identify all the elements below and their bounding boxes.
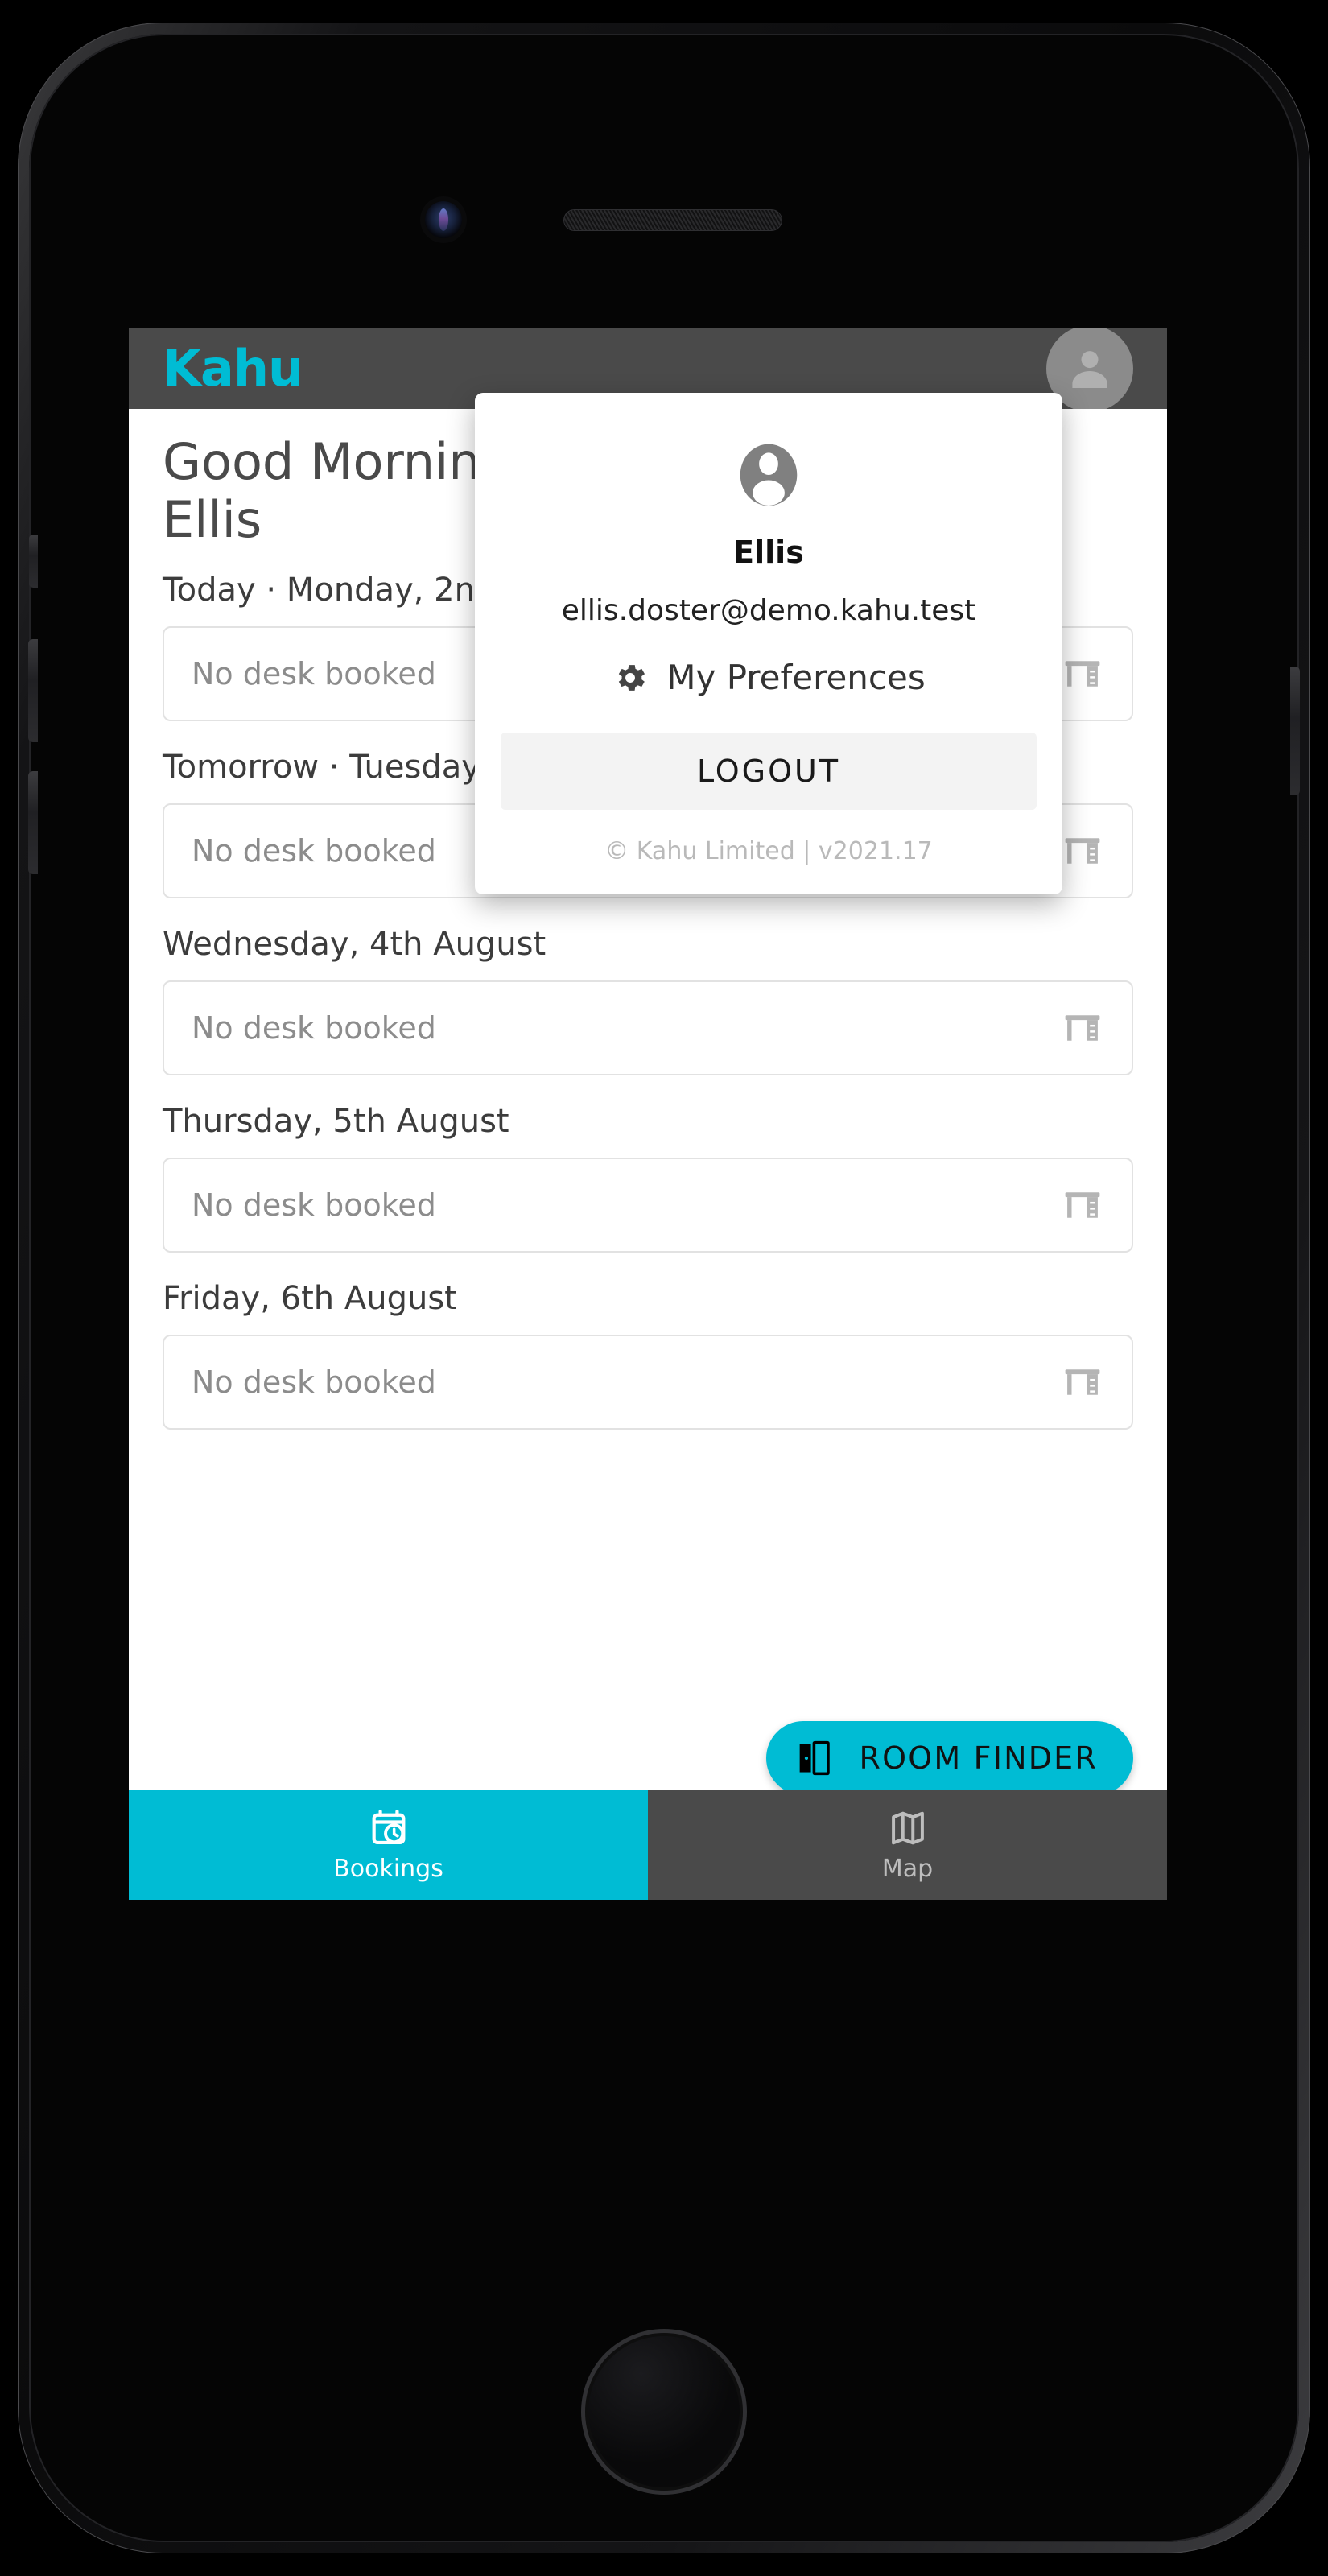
logout-label: LOGOUT [696,753,841,789]
popup-user-email: ellis.doster@demo.kahu.test [561,594,976,627]
booking-card[interactable]: No desk booked [163,980,1133,1075]
bottom-tab-bar: Bookings Map [129,1790,1167,1900]
room-finder-button[interactable]: ROOM FINDER [765,1721,1133,1795]
my-preferences-label: My Preferences [666,658,926,697]
tab-bookings-label: Bookings [333,1854,443,1883]
desk-icon [1065,661,1100,687]
gear-icon [619,664,645,691]
front-camera-icon [425,201,462,238]
day-label: Thursday, 5th August [163,1102,509,1140]
volume-up-button[interactable] [28,639,38,742]
booking-status: No desk booked [192,1187,436,1223]
silent-switch-button[interactable] [29,535,38,588]
volume-down-button[interactable] [28,771,38,874]
day-label: Wednesday, 4th August [163,925,546,963]
booking-status: No desk booked [192,832,436,869]
earpiece-row [18,201,1310,238]
room-finder-label: ROOM FINDER [859,1740,1098,1776]
account-circle-icon [1072,351,1107,388]
desk-icon [1065,1192,1100,1218]
popup-user-name: Ellis [733,535,804,570]
tab-map[interactable]: Map [648,1790,1167,1900]
booking-status: No desk booked [192,655,436,691]
map-icon [891,1811,924,1844]
room-finder-row: ROOM FINDER [765,1721,1133,1795]
calendar-clock-icon [372,1809,405,1844]
home-button-icon[interactable] [585,2333,743,2491]
account-circle-icon [740,444,798,506]
day-label: Friday, 6th August [163,1279,457,1317]
earpiece-speaker-icon [563,209,782,231]
tab-bookings[interactable]: Bookings [129,1790,648,1900]
booking-card[interactable]: No desk booked [163,1157,1133,1253]
phone-screen: Kahu Good Morning, Ellis Today · Monday,… [129,328,1167,1900]
booking-card[interactable]: No desk booked [163,1334,1133,1430]
popup-footer: © Kahu Limited | v2021.17 [604,837,933,865]
booking-status: No desk booked [192,1009,436,1046]
booking-status: No desk booked [192,1364,436,1400]
desk-icon [1065,838,1100,864]
desk-icon [1065,1369,1100,1395]
tab-map-label: Map [881,1854,934,1883]
desk-icon [1065,1015,1100,1041]
my-preferences-item[interactable]: My Preferences [475,658,1062,733]
popup-avatar [475,422,1062,535]
power-button[interactable] [1290,667,1300,795]
account-popup: Ellis ellis.doster@demo.kahu.test My Pre… [475,393,1062,894]
brand-logo: Kahu [163,339,303,398]
logout-button[interactable]: LOGOUT [501,733,1037,810]
door-icon [799,1740,830,1776]
